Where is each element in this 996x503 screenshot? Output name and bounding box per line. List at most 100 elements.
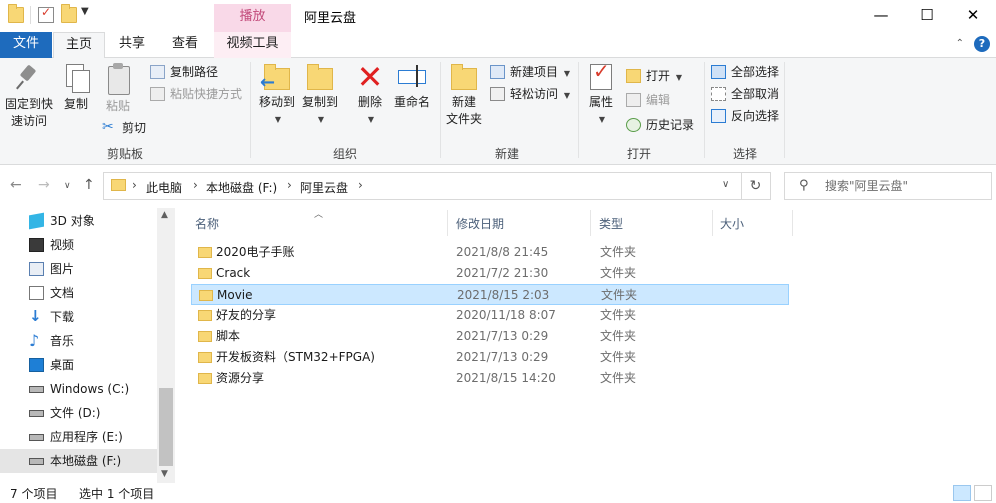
select-none-button[interactable]: 全部取消 <box>711 84 779 104</box>
delete-button[interactable]: ✕ 删除 ▼ <box>352 61 388 128</box>
move-to-button[interactable]: ← 移动到 ▼ <box>256 62 298 128</box>
nav-item-drive-d[interactable]: 文件 (D:) <box>0 401 157 425</box>
nav-item-drive-f[interactable]: 本地磁盘 (F:) <box>0 449 157 473</box>
column-header-name[interactable]: 名称 <box>195 215 219 232</box>
pin-label-line2: 速访问 <box>10 114 47 128</box>
copy-path-label: 复制路径 <box>170 65 219 79</box>
open-dropdown-icon: ▼ <box>675 73 682 82</box>
nav-item-desktop[interactable]: 桌面 <box>0 353 157 377</box>
folder-icon[interactable] <box>8 4 24 23</box>
history-button[interactable]: 历史记录 <box>626 115 694 135</box>
table-row[interactable]: 好友的分享 2020/11/18 8:07 文件夹 <box>191 305 789 326</box>
scroll-up-icon[interactable]: ▲ <box>161 210 168 220</box>
move-to-icon: ← <box>260 62 292 92</box>
easy-access-button[interactable]: 轻松访问 ▼ <box>490 84 570 104</box>
address-history-dropdown-icon[interactable]: ∨ <box>722 179 729 190</box>
copy-path-button[interactable]: 复制路径 <box>150 62 218 82</box>
column-header-size[interactable]: 大小 <box>720 215 744 232</box>
tab-share[interactable]: 共享 <box>107 32 157 58</box>
address-bar[interactable]: › 此电脑 › 本地磁盘 (F:) › 阿里云盘 › ∨ <box>103 172 742 200</box>
breadcrumb-chevron-icon[interactable]: › <box>193 178 198 192</box>
open-icon <box>626 69 641 83</box>
table-row-selected[interactable]: Movie 2021/8/15 2:03 文件夹 <box>191 284 789 305</box>
drive-icon <box>29 434 44 441</box>
table-row[interactable]: 2020电子手账 2021/8/8 21:45 文件夹 <box>191 242 789 263</box>
nav-item-videos[interactable]: 视频 <box>0 233 157 257</box>
new-folder-button[interactable]: 新建 文件夹 <box>444 62 484 128</box>
table-row[interactable]: Crack 2021/7/2 21:30 文件夹 <box>191 263 789 284</box>
nav-item-music[interactable]: ♪ 音乐 <box>0 329 157 353</box>
nav-item-drive-e[interactable]: 应用程序 (E:) <box>0 425 157 449</box>
pin-quick-access-button[interactable]: 固定到快 速访问 <box>2 62 56 130</box>
nav-item-pictures[interactable]: 图片 <box>0 257 157 281</box>
history-icon <box>626 118 641 132</box>
maximize-button[interactable]: ☐ <box>904 0 950 32</box>
nav-item-documents[interactable]: 文档 <box>0 281 157 305</box>
scroll-down-icon[interactable]: ▼ <box>161 469 168 479</box>
back-arrow-icon[interactable]: ← <box>10 177 22 193</box>
tab-home[interactable]: 主页 <box>53 32 105 59</box>
column-header-date[interactable]: 修改日期 <box>456 215 504 232</box>
qat-divider <box>30 6 31 24</box>
scroll-thumb[interactable] <box>159 388 173 466</box>
rename-button[interactable]: 重命名 <box>390 62 434 111</box>
breadcrumb-chevron-icon[interactable]: › <box>287 178 292 192</box>
new-item-button[interactable]: 新建项目 ▼ <box>490 62 570 82</box>
copy-button[interactable]: 复制 <box>58 62 94 113</box>
breadcrumb-aliyun[interactable]: 阿里云盘 <box>300 179 348 196</box>
group-divider <box>784 62 785 158</box>
column-header-type[interactable]: 类型 <box>599 215 623 232</box>
table-row[interactable]: 资源分享 2021/8/15 14:20 文件夹 <box>191 368 789 389</box>
paste-shortcut-label: 粘贴快捷方式 <box>170 87 243 101</box>
refresh-button[interactable]: ↻ <box>741 172 771 200</box>
table-row[interactable]: 脚本 2021/7/13 0:29 文件夹 <box>191 326 789 347</box>
drive-icon <box>29 458 44 465</box>
edit-icon <box>626 93 641 107</box>
edit-button[interactable]: 编辑 <box>626 90 670 110</box>
search-input[interactable]: ⚲ 搜索"阿里云盘" <box>784 172 992 200</box>
recent-locations-icon[interactable]: ∨ <box>64 181 71 191</box>
tab-video-tools[interactable]: 视频工具 <box>214 32 291 58</box>
up-arrow-icon[interactable]: ↑ <box>83 177 95 193</box>
breadcrumb-chevron-icon[interactable]: › <box>358 178 363 192</box>
close-button[interactable]: ✕ <box>950 0 996 32</box>
invert-selection-button[interactable]: 反向选择 <box>711 106 779 126</box>
table-row[interactable]: 开发板资料（STM32+FPGA) 2021/7/13 0:29 文件夹 <box>191 347 789 368</box>
context-tab-play[interactable]: 播放 <box>214 4 291 32</box>
windows-drive-icon <box>29 386 44 393</box>
paste-button[interactable]: 粘贴 <box>100 62 136 115</box>
open-button[interactable]: 打开 ▼ <box>626 66 682 86</box>
qat-customize-icon[interactable]: ▼ <box>81 6 89 17</box>
help-icon[interactable]: ? <box>974 36 990 52</box>
group-divider <box>250 62 251 158</box>
folder-icon <box>198 331 212 342</box>
tab-file[interactable]: 文件 <box>0 32 52 58</box>
select-all-button[interactable]: 全部选择 <box>711 62 779 82</box>
select-none-label: 全部取消 <box>731 87 780 101</box>
scissors-icon: ✂ <box>102 119 114 135</box>
properties-label: 属性 <box>588 95 613 109</box>
breadcrumb-drive-f[interactable]: 本地磁盘 (F:) <box>206 179 277 196</box>
breadcrumb-this-pc[interactable]: 此电脑 <box>146 179 182 196</box>
nav-item-downloads[interactable]: ↓ 下载 <box>0 305 157 329</box>
group-label-select: 选择 <box>732 147 757 161</box>
tab-view[interactable]: 查看 <box>161 32 209 58</box>
nav-scrollbar[interactable]: ▲ ▼ <box>157 208 175 483</box>
cut-button[interactable]: ✂ 剪切 <box>102 118 146 138</box>
collapse-ribbon-icon[interactable]: ⌃ <box>956 38 964 49</box>
nav-item-drive-c[interactable]: Windows (C:) <box>0 377 157 401</box>
properties-icon[interactable] <box>38 5 54 23</box>
group-divider <box>578 62 579 158</box>
forward-arrow-icon[interactable]: → <box>38 177 50 193</box>
details-view-icon[interactable] <box>953 485 971 501</box>
paste-shortcut-button[interactable]: 粘贴快捷方式 <box>150 84 242 104</box>
copy-to-button[interactable]: 复制到 ▼ <box>299 62 341 128</box>
pin-label-line1: 固定到快 <box>4 97 53 111</box>
breadcrumb-chevron-icon[interactable]: › <box>132 178 137 192</box>
nav-item-3d-objects[interactable]: 3D 对象 <box>0 209 157 233</box>
large-icons-view-icon[interactable] <box>974 485 992 501</box>
minimize-button[interactable]: — <box>858 0 904 32</box>
new-folder-icon[interactable] <box>61 4 77 23</box>
properties-button[interactable]: 属性 ▼ <box>584 62 618 128</box>
properties-dropdown-icon: ▼ <box>598 115 606 124</box>
